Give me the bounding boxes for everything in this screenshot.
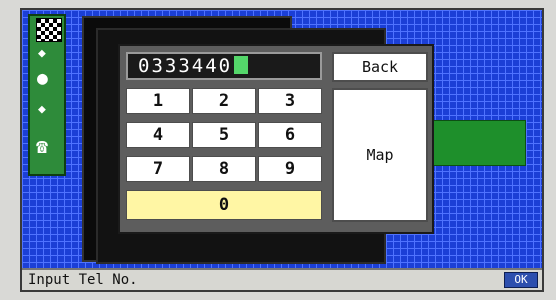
checkered-flag-icon[interactable]	[36, 18, 62, 42]
tel-keypad: 0333440 1 2 3 4 5 6 7 8 9 0 Back Map	[118, 44, 434, 234]
phone-number-text: 0333440	[138, 55, 233, 77]
status-text: Input Tel No.	[28, 272, 138, 288]
key-4[interactable]: 4	[126, 122, 190, 148]
key-5[interactable]: 5	[192, 122, 256, 148]
key-6[interactable]: 6	[258, 122, 322, 148]
key-7[interactable]: 7	[126, 156, 190, 182]
phone-number-display[interactable]: 0333440	[126, 52, 322, 80]
back-button[interactable]: Back	[332, 52, 428, 82]
navigation-screen: ◆ ● ◆ ☎ 0333440 1 2 3 4 5 6 7 8 9 0 Back…	[20, 8, 544, 292]
phone-icon[interactable]: ☎	[36, 134, 48, 158]
key-8[interactable]: 8	[192, 156, 256, 182]
diamond-icon[interactable]: ◆	[38, 46, 46, 61]
circle-icon[interactable]: ●	[37, 68, 48, 89]
key-2[interactable]: 2	[192, 88, 256, 114]
key-9[interactable]: 9	[258, 156, 322, 182]
cursor-block	[234, 56, 249, 74]
key-3[interactable]: 3	[258, 88, 322, 114]
map-button[interactable]: Map	[332, 88, 428, 222]
ok-button[interactable]: OK	[504, 272, 538, 288]
status-bar: Input Tel No. OK	[22, 268, 542, 290]
sidebar: ◆ ● ◆ ☎	[28, 14, 66, 176]
key-1[interactable]: 1	[126, 88, 190, 114]
diamond-icon[interactable]: ◆	[38, 102, 46, 117]
key-0[interactable]: 0	[126, 190, 322, 220]
